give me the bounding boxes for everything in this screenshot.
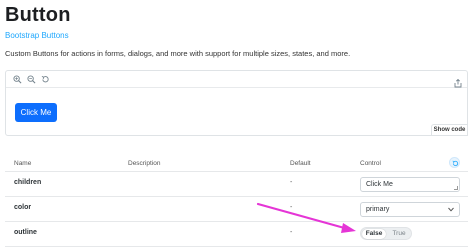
children-value: Click Me [366,181,393,188]
row-default: - [290,179,293,186]
show-code-button[interactable]: Show code [431,124,468,136]
toggle-option-false[interactable]: False [362,229,386,239]
preview-toolbar [6,71,467,88]
bootstrap-buttons-link[interactable]: Bootstrap Buttons [5,31,69,40]
row-name: children [14,179,42,186]
color-select[interactable]: primary [360,202,460,217]
share-icon[interactable] [454,75,462,88]
table-divider [5,246,468,247]
preview-canvas: Click Me Show code [5,70,468,136]
color-selected-value: primary [366,206,390,213]
zoom-reset-icon[interactable] [41,75,50,84]
row-default: - [290,204,293,211]
column-header-control: Control [360,160,381,167]
row-name: outline [14,229,37,236]
row-default: - [290,229,293,236]
table-divider [5,171,468,172]
resize-handle-icon[interactable] [454,186,458,190]
outline-boolean-toggle[interactable]: False True [360,227,412,240]
reset-controls-icon[interactable] [449,157,460,168]
page-title: Button [5,4,71,26]
zoom-out-icon[interactable] [27,75,36,84]
column-header-name: Name [14,160,32,167]
children-text-input[interactable]: Click Me [360,177,460,192]
zoom-in-icon[interactable] [13,75,22,84]
click-me-button[interactable]: Click Me [15,103,57,122]
column-header-description: Description [128,160,161,167]
chevron-down-icon [448,207,454,212]
row-name: color [14,204,32,211]
table-divider [5,196,468,197]
table-divider [5,221,468,222]
toggle-option-true[interactable]: True [387,229,411,239]
page-description: Custom Buttons for actions in forms, dia… [5,49,351,58]
column-header-default: Default [290,160,311,167]
